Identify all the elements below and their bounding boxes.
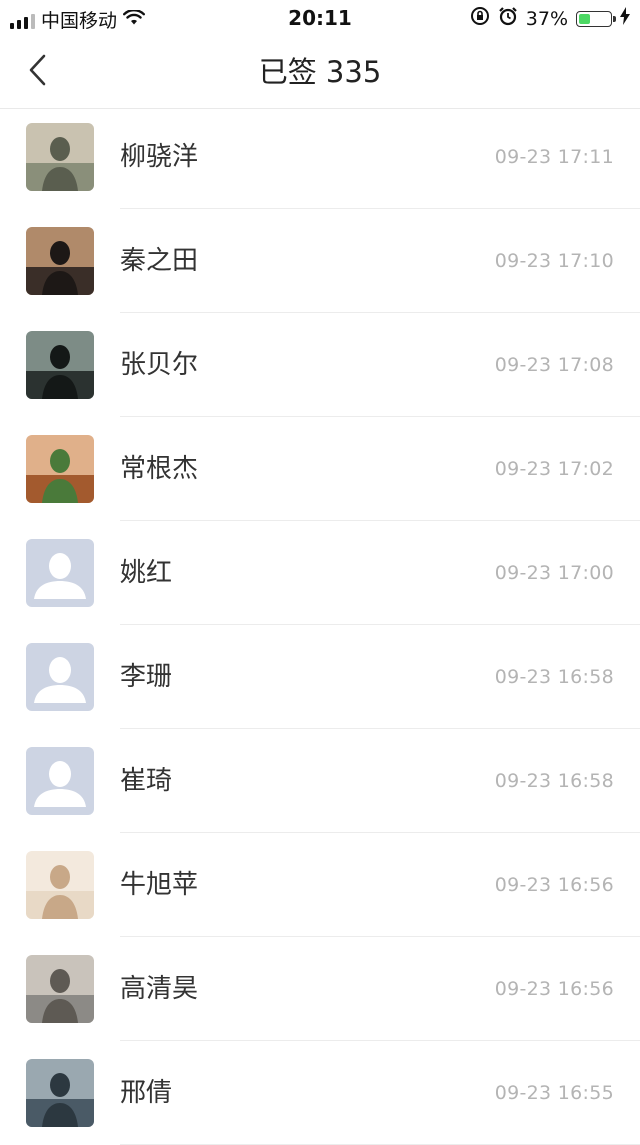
list-item[interactable]: 柳骁洋 09-23 17:11 [0,105,640,209]
list-item-name: 邢倩 [120,1078,173,1108]
list-item-name: 姚红 [120,558,173,588]
list-item[interactable]: 姚红 09-23 17:00 [0,521,640,625]
nav-bar: 已签 335 [0,36,640,109]
list-item-time: 09-23 16:56 [494,978,614,1000]
photo-avatar-icon [26,435,94,503]
list-item-time: 09-23 16:56 [494,874,614,896]
battery-percent: 37% [525,7,568,30]
list-item-time: 09-23 16:58 [494,666,614,688]
list-item-time: 09-23 16:55 [494,1082,614,1104]
avatar [26,227,94,295]
list-item[interactable]: 牛旭苹 09-23 16:56 [0,833,640,937]
list-item[interactable]: 崔琦 09-23 16:58 [0,729,640,833]
photo-avatar-icon [26,1059,94,1127]
list-item[interactable]: 高清昊 09-23 16:56 [0,937,640,1041]
list-item-name: 牛旭苹 [120,870,199,900]
photo-avatar-icon [26,123,94,191]
photo-avatar-icon [26,331,94,399]
default-avatar-icon [34,761,86,807]
photo-avatar-icon [26,955,94,1023]
list-item-time: 09-23 17:10 [494,250,614,272]
list-item[interactable]: 张贝尔 09-23 17:08 [0,313,640,417]
status-bar: 中国移动 20:11 37% [0,0,640,36]
avatar [26,955,94,1023]
list-item[interactable]: 李珊 09-23 16:58 [0,625,640,729]
list-item-name: 高清昊 [120,974,199,1004]
status-right: 37% [470,6,630,31]
avatar [26,851,94,919]
list-item-time: 09-23 17:11 [494,146,614,168]
list-item-name: 柳骁洋 [120,142,199,172]
list-item[interactable]: 邢倩 09-23 16:55 [0,1041,640,1145]
battery-icon [576,10,616,27]
list-item-name: 秦之田 [120,246,199,276]
alarm-icon [498,6,518,31]
avatar [26,123,94,191]
charging-icon [620,7,630,30]
avatar [26,331,94,399]
orientation-lock-icon [470,6,490,31]
default-avatar-icon [34,657,86,703]
list-item-time: 09-23 17:00 [494,562,614,584]
default-avatar-icon [34,553,86,599]
list-item[interactable]: 秦之田 09-23 17:10 [0,209,640,313]
avatar [26,1059,94,1127]
avatar [26,539,94,607]
avatar [26,643,94,711]
list-item-name: 崔琦 [120,766,173,796]
avatar [26,747,94,815]
list-item-name: 张贝尔 [120,350,199,380]
photo-avatar-icon [26,851,94,919]
list-item[interactable]: 常根杰 09-23 17:02 [0,417,640,521]
battery-fill [579,13,590,24]
list-item-name: 常根杰 [120,454,199,484]
avatar [26,435,94,503]
list-item-time: 09-23 17:02 [494,458,614,480]
list-item-time: 09-23 16:58 [494,770,614,792]
list-item-name: 李珊 [120,662,173,692]
page-title: 已签 335 [258,55,382,89]
signed-list: 柳骁洋 09-23 17:11 秦之田 09-23 17:10 张贝尔 09-23 17:… [0,105,640,1145]
photo-avatar-icon [26,227,94,295]
list-item-time: 09-23 17:08 [494,354,614,376]
